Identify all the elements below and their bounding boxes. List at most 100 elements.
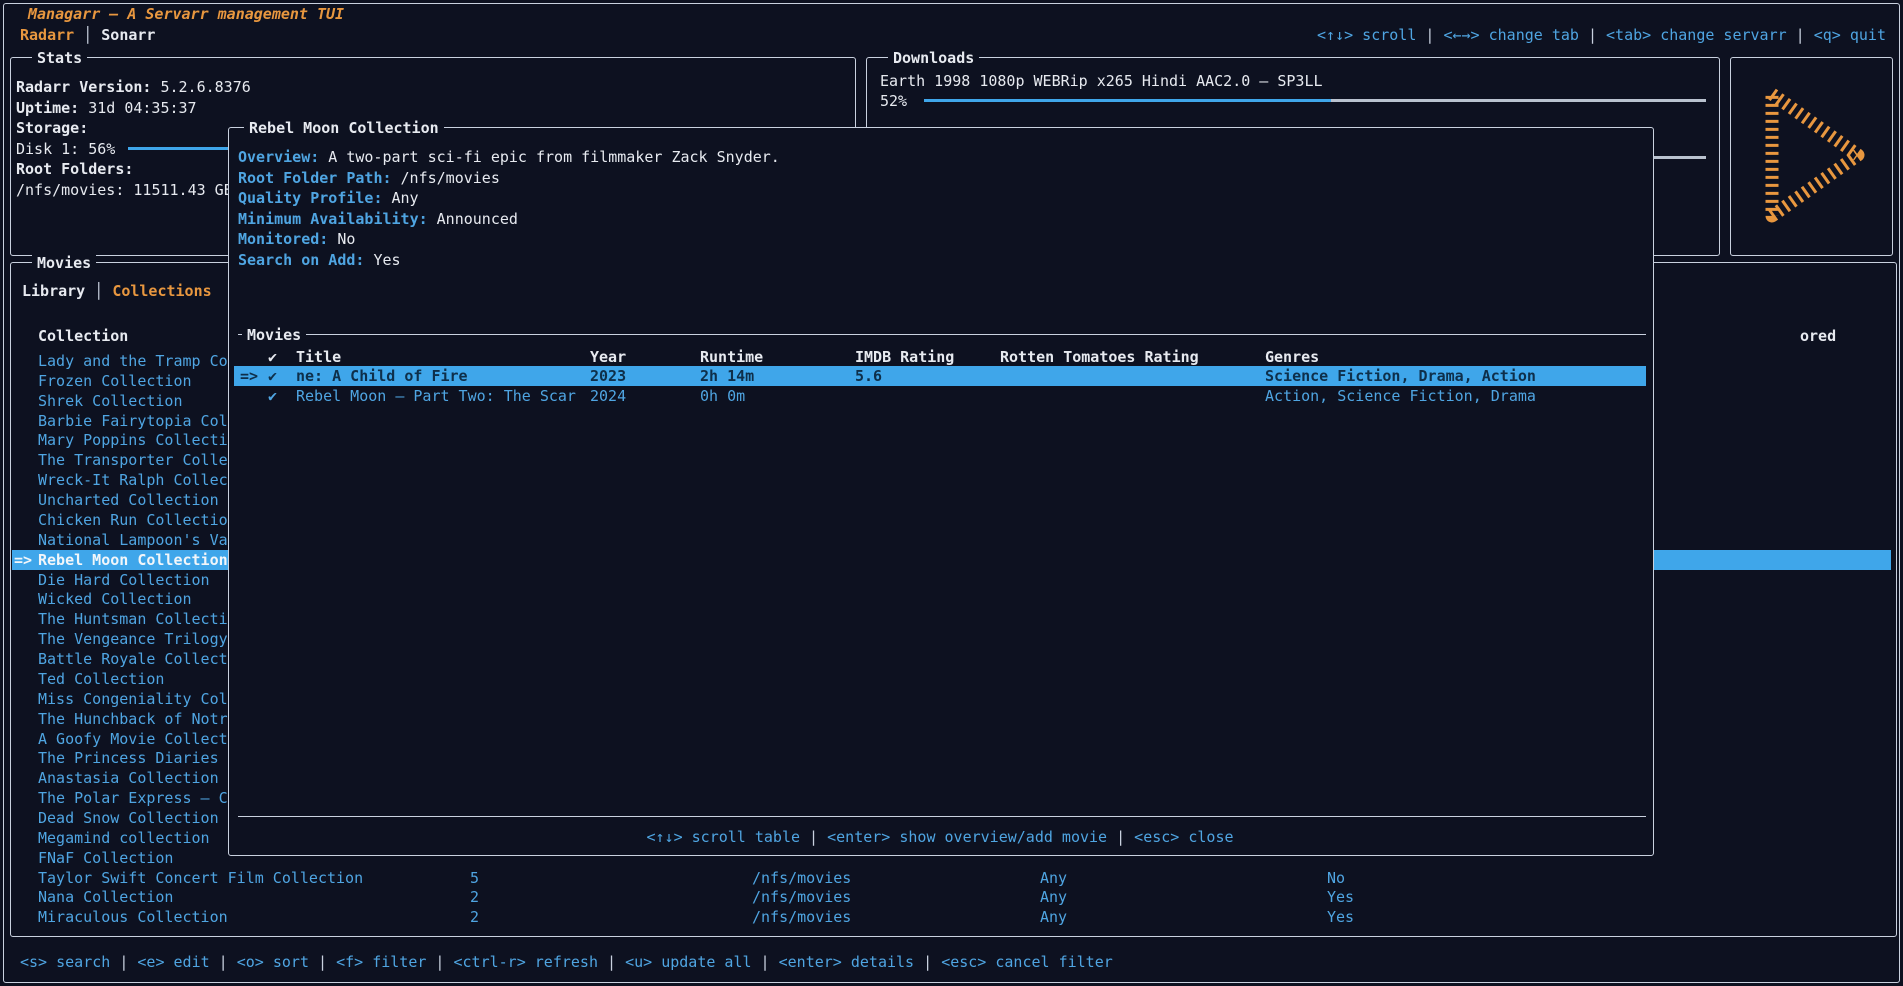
tab-sonarr[interactable]: Sonarr — [101, 26, 155, 44]
selected-row-prefix: => — [240, 366, 258, 386]
modal-field: Search on Add:Yes — [238, 250, 401, 270]
collection-name: Miss Congeniality Col — [38, 689, 228, 709]
keybinding-hint: <u> update all — [625, 953, 751, 971]
modal-movies-title: Movies — [242, 325, 306, 345]
download-percent-label: 52% — [880, 91, 907, 111]
bottom-keybar: <s> search | <e> edit | <o> sort | <f> f… — [20, 952, 1113, 972]
collection-name: Wicked Collection — [38, 589, 192, 609]
collection-name: The Polar Express – C — [38, 788, 228, 808]
movies-tabs: Library │ Collections — [22, 281, 212, 301]
movie-year: 2024 — [590, 386, 626, 406]
collections-header-collection: Collection — [38, 326, 128, 346]
modal-movie-row[interactable]: ✔Rebel Moon – Part Two: The Scar20240h 0… — [234, 386, 1646, 406]
collection-name: Nana Collection — [38, 887, 173, 907]
keybinding-hint: <s> search — [20, 953, 110, 971]
collection-name: Uncharted Collection — [38, 490, 219, 510]
uptime: Uptime:31d 04:35:37 — [16, 98, 197, 118]
managarr-play-logo-icon — [1746, 70, 1876, 240]
modal-field-label: Overview: — [238, 148, 319, 166]
keybinding-hint: <f> filter — [336, 953, 426, 971]
root-folders-label: Root Folders: — [16, 159, 133, 179]
modal-col-runtime: Runtime — [700, 347, 763, 367]
collection-details-modal — [228, 127, 1654, 856]
collection-name: Megamind collection — [38, 828, 210, 848]
movie-runtime: 2h 14m — [700, 366, 754, 386]
keybinding-hint: <o> sort — [237, 953, 309, 971]
collection-root-folder: /nfs/movies — [752, 887, 851, 907]
movie-imdb-rating: 5.6 — [855, 366, 882, 386]
modal-col-imdb: IMDB Rating — [855, 347, 954, 367]
collection-row[interactable]: Nana Collection2/nfs/moviesAnyYes — [12, 887, 1891, 907]
keybinding-hint: <enter> details — [779, 953, 914, 971]
collection-row[interactable]: Taylor Swift Concert Film Collection5/nf… — [12, 868, 1891, 888]
modal-field-value: Yes — [373, 251, 400, 269]
modal-col-check: ✔ — [268, 347, 277, 367]
collection-name: A Goofy Movie Collect — [38, 729, 228, 749]
tab-library[interactable]: Library — [22, 282, 85, 300]
collection-name: Mary Poppins Collecti — [38, 430, 228, 450]
collection-name: Rebel Moon Collection — [38, 550, 228, 570]
collection-name: Taylor Swift Concert Film Collection — [38, 868, 363, 888]
movie-monitored-check: ✔ — [268, 366, 277, 386]
modal-field: Monitored: No — [238, 229, 355, 249]
app-root: Managarr – A Servarr management TUI Rada… — [0, 0, 1903, 986]
collection-name: Shrek Collection — [38, 391, 183, 411]
tab-collections[interactable]: Collections — [112, 282, 211, 300]
collection-quality-profile: Any — [1040, 868, 1067, 888]
collection-quality-profile: Any — [1040, 887, 1067, 907]
modal-col-rt: Rotten Tomatoes Rating — [1000, 347, 1199, 367]
collection-name: Frozen Collection — [38, 371, 192, 391]
tab-radarr[interactable]: Radarr — [20, 26, 74, 44]
modal-movie-row[interactable]: => ✔ ne: A Child of Fire 2023 2h 14m 5.6 Scien… — [234, 366, 1646, 386]
collection-name: Miraculous Collection — [38, 907, 228, 927]
collection-movie-count: 2 — [470, 907, 479, 927]
selected-row-prefix: => — [14, 550, 32, 570]
collection-name: Lady and the Tramp Co — [38, 351, 228, 371]
collection-name: Chicken Run Collectio — [38, 510, 228, 530]
keybinding-hint: <q> quit — [1814, 26, 1886, 44]
keybinding-hint: <enter> show overview/add movie — [827, 828, 1107, 846]
modal-movie-rows: => ✔ ne: A Child of Fire 2023 2h 14m 5.6 Scien… — [234, 366, 1646, 408]
servarr-tabs: Radarr │ Sonarr — [20, 25, 155, 45]
movie-title: Rebel Moon – Part Two: The Scar — [296, 386, 576, 406]
collection-root-folder: /nfs/movies — [752, 868, 851, 888]
download-progress-gauge — [924, 99, 1706, 102]
modal-keybar: <↑↓> scroll table | <enter> show overvie… — [228, 827, 1652, 847]
collection-name: FNaF Collection — [38, 848, 173, 868]
movies-tab-separator: │ — [85, 282, 112, 300]
modal-movies-top-border — [238, 334, 1646, 335]
keybinding-hint: <↑↓> scroll table — [646, 828, 800, 846]
collection-name: The Hunchback of Notr — [38, 709, 228, 729]
storage-label: Storage: — [16, 118, 88, 138]
movie-genres: Science Fiction, Drama, Action — [1265, 366, 1536, 386]
movie-monitored-check: ✔ — [268, 386, 277, 406]
movie-year: 2023 — [590, 366, 626, 386]
download-item-name: Earth 1998 1080p WEBRip x265 Hindi AAC2.… — [880, 71, 1323, 91]
modal-field-value: No — [337, 230, 355, 248]
collection-name: National Lampoon's Va — [38, 530, 228, 550]
collection-monitored: Yes — [1327, 887, 1354, 907]
collections-header-monitored-fragment: ored — [1800, 326, 1836, 346]
modal-field: Quality Profile:Any — [238, 188, 419, 208]
modal-field-value: /nfs/movies — [401, 169, 500, 187]
modal-field-label: Minimum Availability: — [238, 210, 428, 228]
collection-root-folder: /nfs/movies — [752, 907, 851, 927]
modal-field-label: Quality Profile: — [238, 189, 383, 207]
movie-title: ne: A Child of Fire — [296, 366, 468, 386]
modal-field-value: Announced — [437, 210, 518, 228]
stats-panel-title: Stats — [32, 48, 87, 68]
modal-col-year: Year — [590, 347, 626, 367]
modal-field: Minimum Availability: Announced — [238, 209, 518, 229]
collection-quality-profile: Any — [1040, 907, 1067, 927]
movies-panel-title: Movies — [32, 253, 96, 273]
collection-name: The Huntsman Collecti — [38, 609, 228, 629]
movie-genres: Action, Science Fiction, Drama — [1265, 386, 1536, 406]
collection-row[interactable]: Miraculous Collection2/nfs/moviesAnyYes — [12, 907, 1891, 927]
modal-field-label: Monitored: — [238, 230, 328, 248]
modal-col-genres: Genres — [1265, 347, 1319, 367]
collection-name: Die Hard Collection — [38, 570, 210, 590]
radarr-version: Radarr Version:5.2.6.8376 — [16, 77, 251, 97]
collection-name: Dead Snow Collection — [38, 808, 219, 828]
top-keybar: <↑↓> scroll | <←→> change tab | <tab> ch… — [1317, 25, 1886, 45]
collection-name: Wreck-It Ralph Collec — [38, 470, 228, 490]
